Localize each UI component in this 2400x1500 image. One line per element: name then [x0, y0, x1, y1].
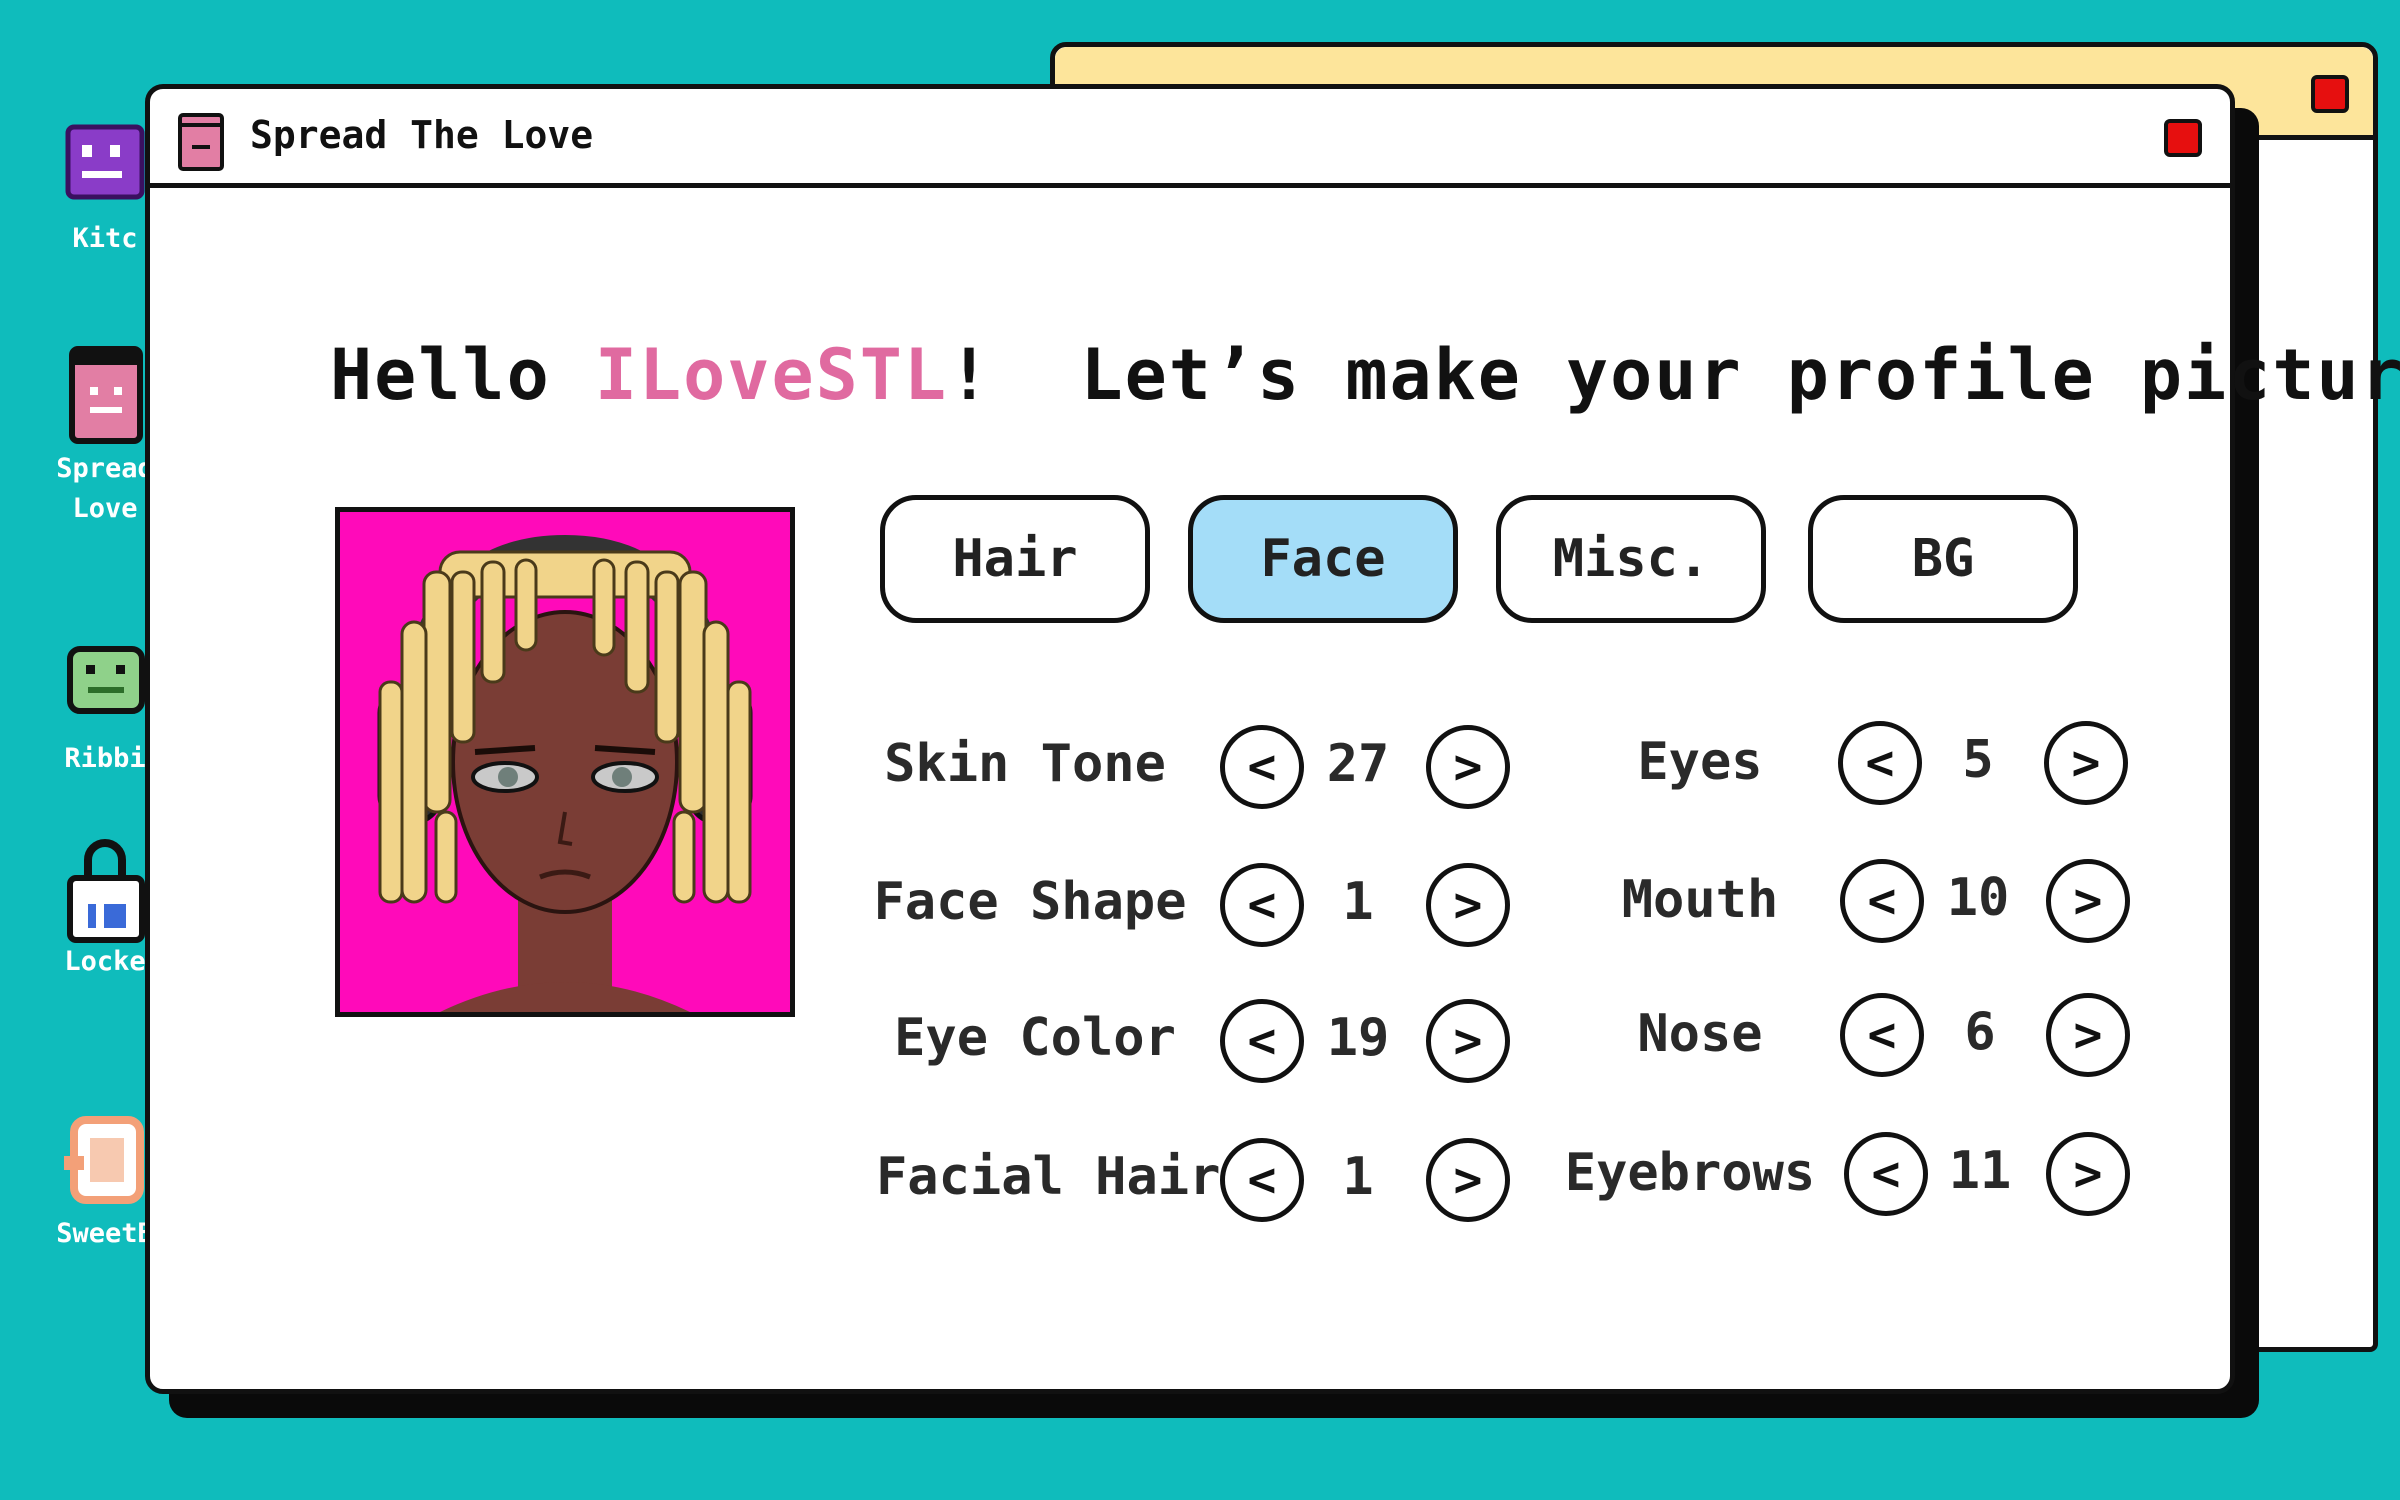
greeting-username: ILoveSTL — [594, 334, 949, 416]
eyes-prev-button[interactable]: < — [1838, 721, 1922, 805]
face-shape-next-button[interactable]: > — [1426, 863, 1510, 947]
greeting-prefix: Hello — [330, 334, 595, 416]
face-shape-value: 1 — [1342, 872, 1374, 932]
mouth-label: Mouth — [1621, 870, 1779, 930]
eyebrows-prev-button[interactable]: < — [1844, 1132, 1928, 1216]
eye-color-value: 19 — [1326, 1008, 1390, 1068]
mouth-value: 10 — [1946, 868, 2010, 928]
eyebrows-value: 11 — [1948, 1141, 2012, 1201]
eye-color-next-button[interactable]: > — [1426, 999, 1510, 1083]
avatar-illustration — [377, 534, 753, 1012]
greeting-heading: Hello ILoveSTL! Let’s make your profile … — [330, 334, 2400, 416]
skin-tone-label: Skin Tone — [884, 734, 1166, 794]
eyebrows-next-button[interactable]: > — [2046, 1132, 2130, 1216]
skin-tone-value: 27 — [1326, 734, 1390, 794]
window-title: Spread The Love — [250, 113, 594, 157]
mouth-next-button[interactable]: > — [2046, 859, 2130, 943]
spread-love-app-icon — [178, 113, 224, 171]
kitchen-face-icon — [60, 115, 150, 205]
tab-bg[interactable]: BG — [1808, 495, 2078, 623]
window-titlebar[interactable]: Spread The Love — [150, 89, 2230, 188]
profile-picture-preview — [335, 507, 795, 1017]
window-close-button[interactable] — [2164, 119, 2202, 157]
background-window-close-button[interactable] — [2311, 75, 2349, 113]
eyes-next-button[interactable]: > — [2044, 721, 2128, 805]
greeting-suffix: ! Let’s make your profile picture. — [948, 334, 2400, 416]
lock-icon — [60, 838, 150, 943]
nose-label: Nose — [1637, 1004, 1763, 1064]
facial-hair-value: 1 — [1342, 1147, 1374, 1207]
face-shape-label: Face Shape — [873, 872, 1187, 932]
tab-hair[interactable]: Hair — [880, 495, 1150, 623]
spread-love-app-icon — [60, 345, 150, 444]
eye-color-label: Eye Color — [894, 1008, 1176, 1068]
skin-tone-prev-button[interactable]: < — [1220, 725, 1304, 809]
mouth-prev-button[interactable]: < — [1840, 859, 1924, 943]
spread-the-love-window: Spread The Love Hello ILoveSTL! Let’s ma… — [145, 84, 2400, 1394]
eyebrows-label: Eyebrows — [1564, 1143, 1816, 1203]
facial-hair-next-button[interactable]: > — [1426, 1138, 1510, 1222]
facial-hair-label: Facial Hair — [876, 1147, 1221, 1207]
tab-misc[interactable]: Misc. — [1496, 495, 1766, 623]
nose-next-button[interactable]: > — [2046, 993, 2130, 1077]
nose-prev-button[interactable]: < — [1840, 993, 1924, 1077]
skin-tone-next-button[interactable]: > — [1426, 725, 1510, 809]
eyes-value: 5 — [1962, 730, 1994, 790]
eye-color-prev-button[interactable]: < — [1220, 999, 1304, 1083]
tab-face[interactable]: Face — [1188, 495, 1458, 623]
nose-value: 6 — [1964, 1002, 1996, 1062]
eyes-label: Eyes — [1637, 732, 1763, 792]
face-shape-prev-button[interactable]: < — [1220, 863, 1304, 947]
facial-hair-prev-button[interactable]: < — [1220, 1138, 1304, 1222]
sweet-bakery-icon — [60, 1110, 150, 1204]
frog-icon — [60, 635, 150, 725]
